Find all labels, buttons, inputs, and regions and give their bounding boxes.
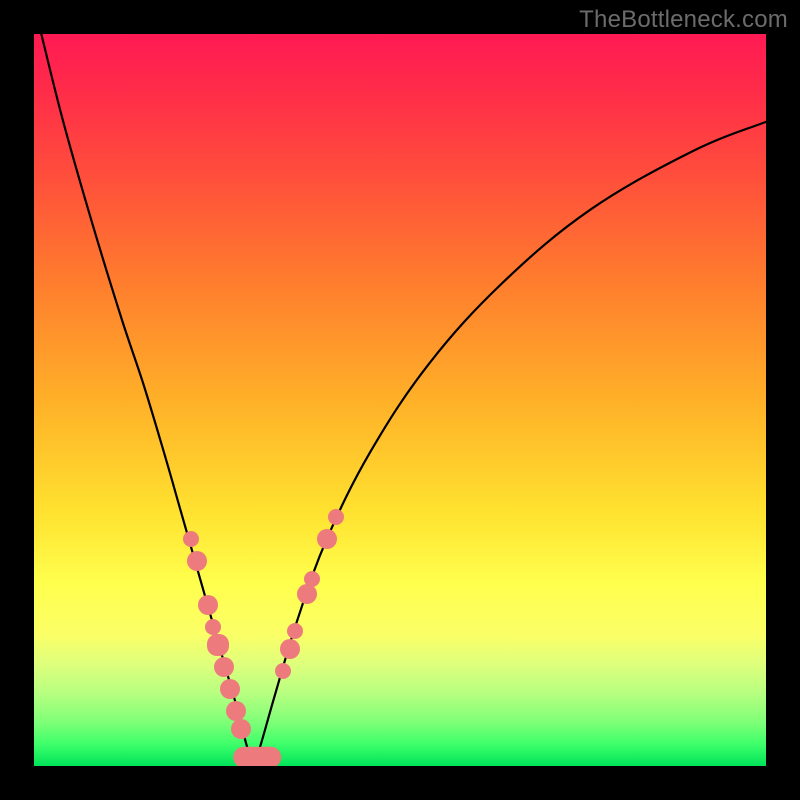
bottom-marker-bar	[233, 747, 281, 766]
data-marker	[226, 701, 246, 721]
data-marker	[220, 679, 240, 699]
data-marker	[183, 531, 199, 547]
curve-left-branch	[41, 34, 253, 766]
data-marker	[205, 619, 221, 635]
data-marker	[275, 663, 291, 679]
data-marker	[198, 595, 218, 615]
curve-right-branch	[254, 122, 766, 766]
plot-area	[34, 34, 766, 766]
data-marker	[214, 657, 234, 677]
data-marker	[187, 551, 207, 571]
chart-frame: TheBottleneck.com	[0, 0, 800, 800]
data-marker	[304, 571, 320, 587]
data-marker	[328, 509, 344, 525]
bottleneck-curve	[34, 34, 766, 766]
data-marker	[280, 639, 300, 659]
watermark-text: TheBottleneck.com	[579, 6, 788, 34]
data-marker	[231, 719, 251, 739]
data-marker	[287, 623, 303, 639]
data-marker	[207, 634, 229, 656]
data-marker	[317, 529, 337, 549]
